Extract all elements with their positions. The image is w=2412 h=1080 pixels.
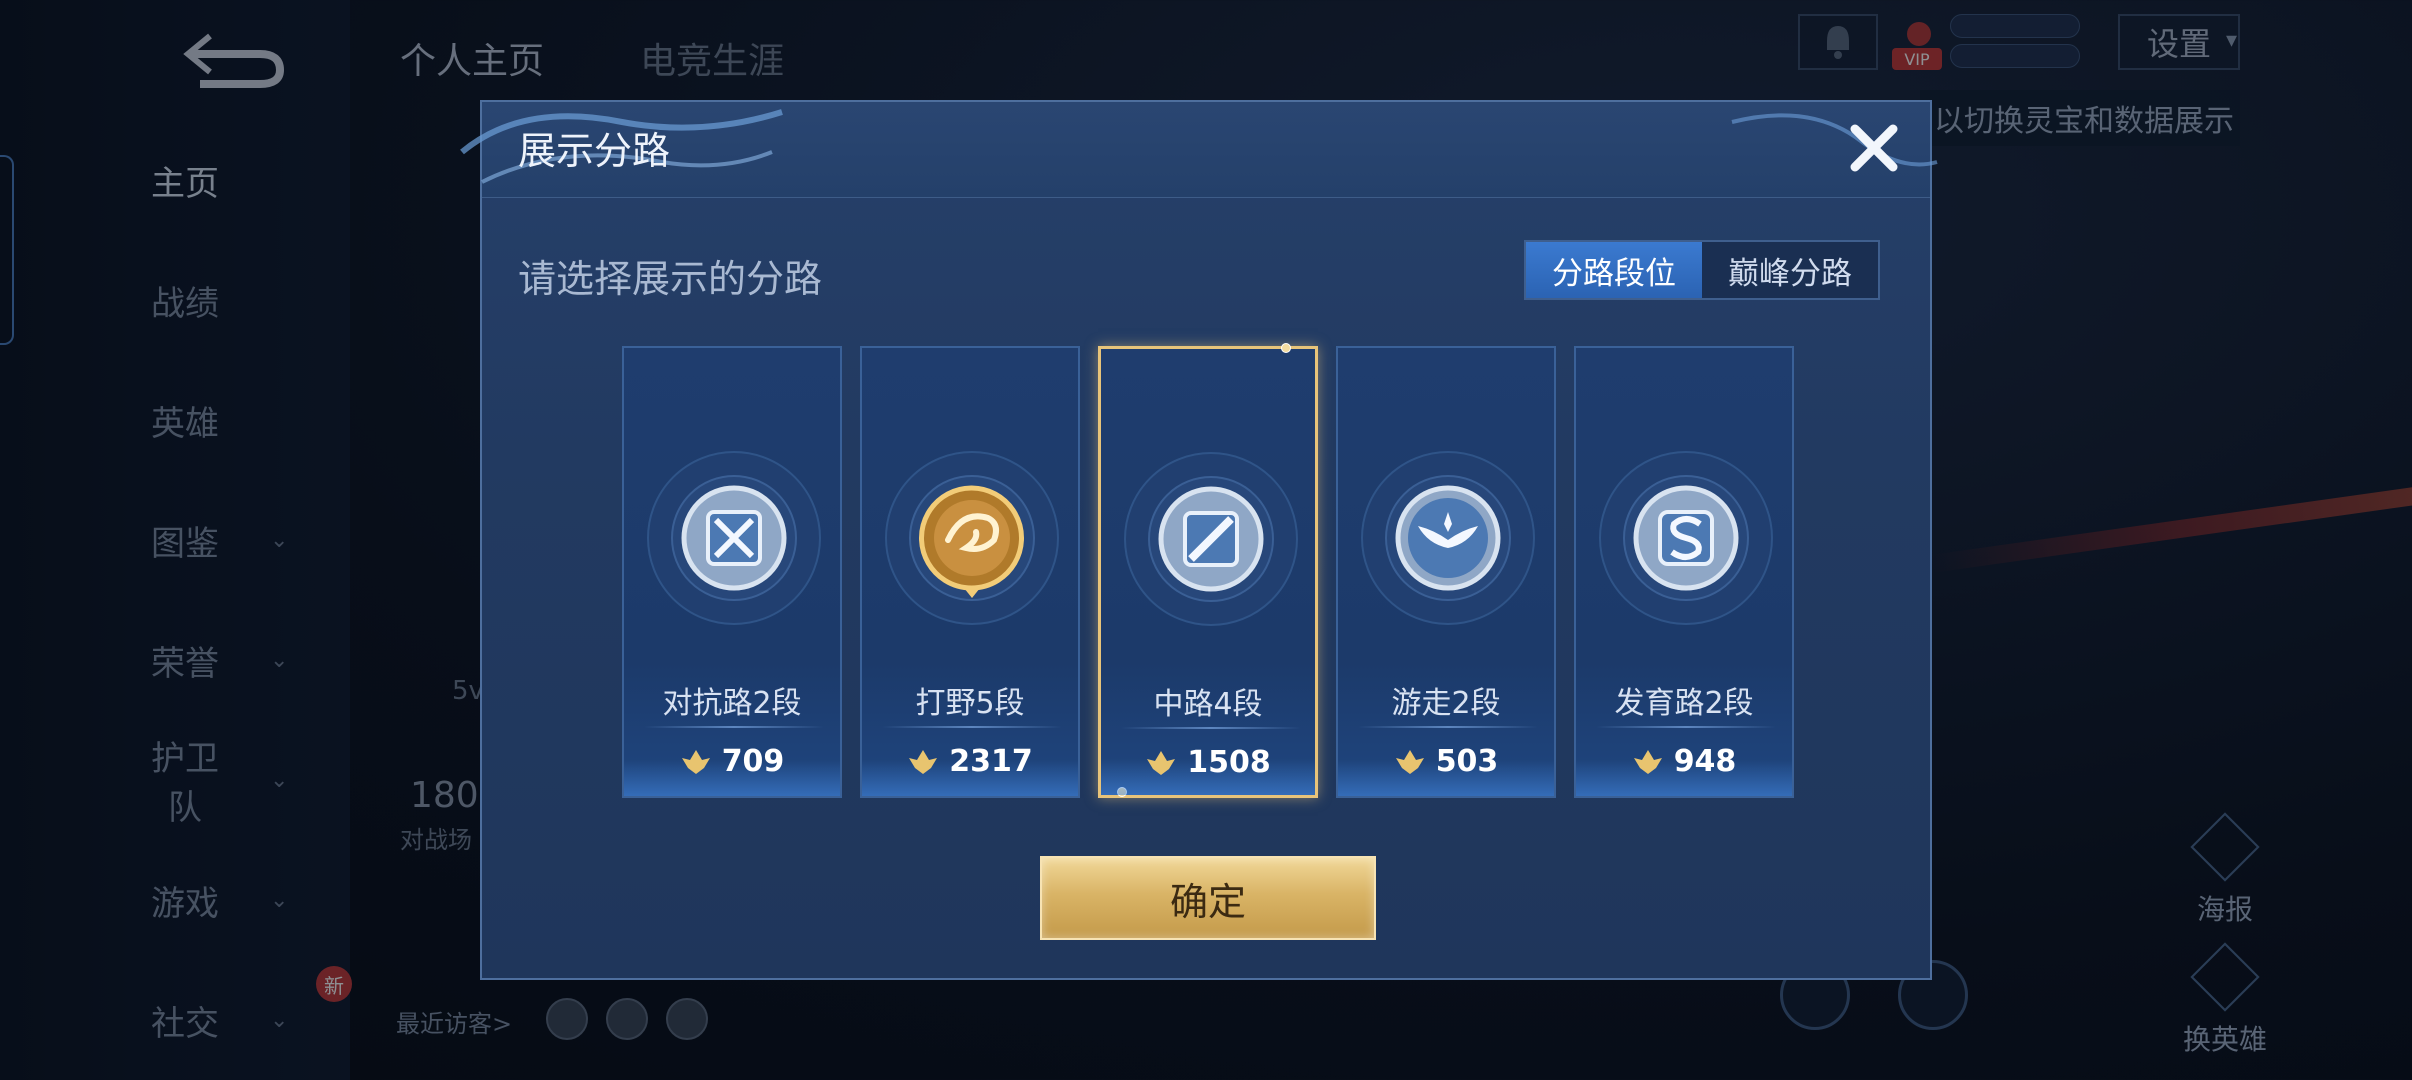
rank-points-icon xyxy=(1633,749,1662,774)
lane-card-jungle[interactable]: 打野5段 2317 xyxy=(860,346,1080,798)
lane-card-mid[interactable]: 中路4段 1508 xyxy=(1098,343,1318,798)
lane-name: 游走2段 xyxy=(1391,686,1501,721)
selected-corner-icon xyxy=(1281,343,1291,353)
lane-score: 1508 xyxy=(1187,745,1271,780)
lane-mode-toggle: 分路段位 巅峰分路 xyxy=(1524,240,1880,300)
lane-score: 948 xyxy=(1673,744,1737,779)
dialog-subtitle: 请选择展示的分路 xyxy=(518,257,823,301)
rank-points-icon xyxy=(1395,749,1424,774)
confirm-button[interactable]: 确定 xyxy=(1040,856,1376,940)
rank-points-icon xyxy=(681,749,710,774)
selected-corner-icon xyxy=(1117,787,1127,797)
rank-points-icon xyxy=(909,749,938,774)
score-row: 1508 xyxy=(1101,745,1315,780)
lane-name: 发育路2段 xyxy=(1614,686,1754,721)
lane-score: 503 xyxy=(1435,744,1499,779)
score-row: 2317 xyxy=(862,744,1078,779)
swirl-decoration-icon xyxy=(1731,113,1938,167)
score-row: 948 xyxy=(1576,744,1792,779)
lane-name: 对抗路2段 xyxy=(662,686,802,721)
divider xyxy=(1596,726,1776,728)
lane-name: 打野5段 xyxy=(915,686,1025,721)
divider xyxy=(1358,726,1538,728)
lane-display-dialog: 展示分路 请选择展示的分路 分路段位 巅峰分路 对抗路2段 709 打野5段 2… xyxy=(460,100,1938,980)
lane-card-clash[interactable]: 对抗路2段 709 xyxy=(622,346,842,798)
dialog-title: 展示分路 xyxy=(518,129,671,173)
jungle-dragon-emblem-icon xyxy=(882,448,1062,628)
mid-lane-emblem-icon xyxy=(1121,449,1301,629)
rank-points-icon xyxy=(1147,750,1176,775)
clash-lane-emblem-icon xyxy=(644,448,824,628)
lane-card-roam[interactable]: 游走2段 503 xyxy=(1336,346,1556,798)
divider xyxy=(882,726,1062,728)
lane-score: 2317 xyxy=(949,744,1033,779)
lane-card-farm[interactable]: 发育路2段 948 xyxy=(1574,346,1794,798)
lane-score: 709 xyxy=(721,744,785,779)
tab-peak-lane[interactable]: 巅峰分路 xyxy=(1702,242,1878,298)
score-row: 709 xyxy=(624,744,840,779)
lane-name: 中路4段 xyxy=(1153,687,1263,722)
tab-lane-rank[interactable]: 分路段位 xyxy=(1526,242,1702,298)
close-icon xyxy=(1850,124,1898,172)
close-button[interactable] xyxy=(1842,116,1906,180)
score-row: 503 xyxy=(1338,744,1554,779)
divider xyxy=(1121,727,1301,729)
roam-wings-emblem-icon xyxy=(1358,448,1538,628)
farm-lane-emblem-icon xyxy=(1596,448,1776,628)
divider xyxy=(644,726,824,728)
